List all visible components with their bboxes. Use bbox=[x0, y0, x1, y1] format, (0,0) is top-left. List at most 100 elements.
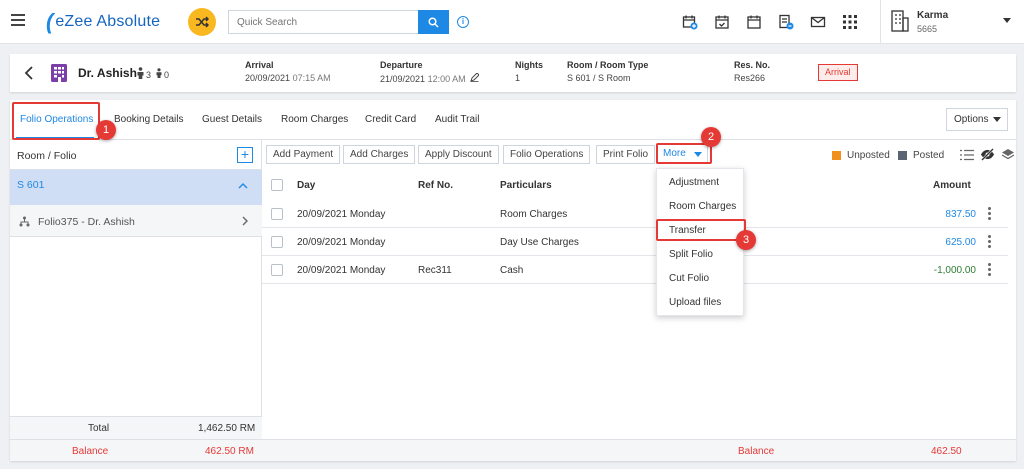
info-icon[interactable]: i bbox=[457, 16, 469, 28]
row-particulars: Room Charges bbox=[500, 209, 568, 220]
adult-count: 3 bbox=[146, 70, 152, 80]
posted-label: Posted bbox=[913, 150, 945, 161]
plus-icon: + bbox=[240, 146, 250, 162]
options-dropdown[interactable]: Options bbox=[946, 108, 1008, 131]
tab-room-charges[interactable]: Room Charges bbox=[281, 114, 348, 125]
total-label: Total bbox=[88, 423, 110, 434]
nights-field: Nights 1 bbox=[515, 60, 543, 83]
table-balance-row: Balance 462.50 bbox=[262, 439, 1016, 461]
menu-item-cut-folio[interactable]: Cut Folio bbox=[669, 273, 709, 284]
callout-highlight-transfer bbox=[656, 219, 746, 241]
shuffle-button[interactable] bbox=[188, 8, 216, 36]
select-all-checkbox[interactable] bbox=[271, 179, 283, 191]
row-day: 20/09/2021 Monday bbox=[297, 209, 386, 220]
tab-credit-card[interactable]: Credit Card bbox=[365, 114, 416, 125]
row-checkbox[interactable] bbox=[271, 264, 283, 276]
tab-audit-trail[interactable]: Audit Trail bbox=[435, 114, 479, 125]
column-day: Day bbox=[297, 180, 316, 191]
user-code: 5665 bbox=[917, 24, 938, 34]
list-view-icon[interactable] bbox=[960, 149, 974, 161]
pax-count: 3 0 bbox=[136, 66, 169, 80]
callout-highlight-folio-tab bbox=[12, 102, 100, 140]
search-button[interactable] bbox=[418, 10, 449, 34]
room-folio-title: Room / Folio bbox=[17, 150, 77, 162]
building-icon bbox=[891, 10, 909, 32]
chevron-up-icon[interactable] bbox=[238, 183, 248, 189]
table-row[interactable]: 20/09/2021 Monday Day Use Charges 625.00 bbox=[262, 228, 1008, 256]
menu-item-adjustment[interactable]: Adjustment bbox=[669, 177, 719, 188]
user-name: Karma bbox=[917, 10, 949, 21]
mail-icon[interactable] bbox=[808, 12, 828, 32]
more-vertical-icon[interactable] bbox=[988, 235, 991, 250]
user-menu[interactable]: Karma 5665 bbox=[880, 0, 1024, 44]
row-amount: 837.50 bbox=[945, 209, 976, 220]
hide-icon[interactable] bbox=[980, 148, 995, 161]
resno-label: Res. No. bbox=[734, 60, 771, 70]
back-arrow-icon[interactable] bbox=[24, 66, 36, 80]
menu-item-room-charges[interactable]: Room Charges bbox=[669, 201, 736, 212]
layers-icon[interactable] bbox=[1001, 148, 1015, 161]
options-label: Options bbox=[954, 114, 989, 125]
table-header: Day Ref No. Particulars Amount bbox=[262, 170, 1016, 200]
arrival-label: Arrival bbox=[245, 60, 274, 70]
tab-booking-details[interactable]: Booking Details bbox=[114, 114, 183, 125]
table-balance-label: Balance bbox=[738, 446, 775, 457]
row-particulars: Day Use Charges bbox=[500, 237, 579, 248]
calendar-check-icon[interactable] bbox=[712, 12, 732, 32]
balance-label: Balance bbox=[72, 446, 109, 457]
menu-item-upload-files[interactable]: Upload files bbox=[669, 297, 721, 308]
room-item[interactable]: S 601 bbox=[10, 170, 262, 205]
row-checkbox[interactable] bbox=[271, 208, 283, 220]
nights-value: 1 bbox=[515, 73, 521, 83]
add-charges-button[interactable]: Add Charges bbox=[343, 145, 416, 164]
add-folio-button[interactable]: + bbox=[237, 147, 253, 163]
arrival-time: 07:15 AM bbox=[292, 73, 331, 83]
room-label: Room / Room Type bbox=[567, 60, 649, 70]
room-folio-header: Room / Folio + bbox=[10, 140, 262, 170]
adult-icon bbox=[137, 67, 144, 79]
menu-icon[interactable] bbox=[11, 14, 25, 26]
print-folio-button[interactable]: Print Folio bbox=[596, 145, 656, 164]
search-icon bbox=[428, 16, 439, 28]
calendar-add-icon[interactable] bbox=[680, 12, 700, 32]
shuffle-icon bbox=[196, 16, 209, 28]
chevron-down-icon bbox=[993, 117, 1001, 122]
add-payment-button[interactable]: Add Payment bbox=[266, 145, 341, 164]
menu-item-split-folio[interactable]: Split Folio bbox=[669, 249, 713, 260]
logo-mark-icon: ( bbox=[46, 9, 54, 34]
table-row[interactable]: 20/09/2021 Monday Rec311 Cash -1,000.00 bbox=[262, 256, 1008, 284]
apps-grid-icon[interactable] bbox=[840, 12, 860, 32]
folio-operations-button[interactable]: Folio Operations bbox=[503, 145, 591, 164]
arrival-field: Arrival 20/09/2021 07:15 AM bbox=[245, 60, 331, 83]
callout-badge-3: 3 bbox=[736, 230, 756, 250]
calendar-icon[interactable] bbox=[744, 12, 764, 32]
child-count: 0 bbox=[164, 70, 170, 80]
row-day: 20/09/2021 Monday bbox=[297, 265, 386, 276]
document-badge-icon[interactable] bbox=[776, 12, 796, 32]
resno-field: Res. No. Res266 bbox=[734, 60, 770, 83]
row-checkbox[interactable] bbox=[271, 236, 283, 248]
departure-field: Departure 21/09/2021 12:00 AM bbox=[380, 60, 480, 84]
more-vertical-icon[interactable] bbox=[988, 263, 991, 278]
app-logo[interactable]: ( eZee Absolute bbox=[46, 9, 160, 34]
more-vertical-icon[interactable] bbox=[988, 207, 991, 222]
chevron-right-icon bbox=[242, 216, 248, 226]
apply-discount-button[interactable]: Apply Discount bbox=[418, 145, 499, 164]
total-value: 1,462.50 RM bbox=[198, 423, 256, 434]
table-row[interactable]: 20/09/2021 Monday Room Charges 837.50 bbox=[262, 200, 1008, 228]
guest-name: Dr. Ashish bbox=[78, 66, 137, 80]
departure-time: 12:00 AM bbox=[427, 74, 466, 84]
folio-balance-row: Balance 462.50 RM bbox=[10, 439, 262, 461]
resno-value: Res266 bbox=[734, 73, 766, 83]
column-amount: Amount bbox=[933, 180, 971, 191]
callout-badge-1: 1 bbox=[96, 120, 116, 140]
posted-swatch bbox=[898, 151, 907, 160]
edit-icon[interactable] bbox=[470, 72, 480, 82]
folio-item-label: Folio375 - Dr. Ashish bbox=[38, 216, 135, 228]
quick-search-input[interactable] bbox=[228, 10, 418, 34]
callout-badge-2: 2 bbox=[701, 127, 721, 147]
folio-item[interactable]: Folio375 - Dr. Ashish bbox=[10, 205, 262, 237]
tab-guest-details[interactable]: Guest Details bbox=[202, 114, 262, 125]
row-amount: -1,000.00 bbox=[933, 265, 976, 276]
table-balance-value: 462.50 bbox=[931, 446, 962, 457]
